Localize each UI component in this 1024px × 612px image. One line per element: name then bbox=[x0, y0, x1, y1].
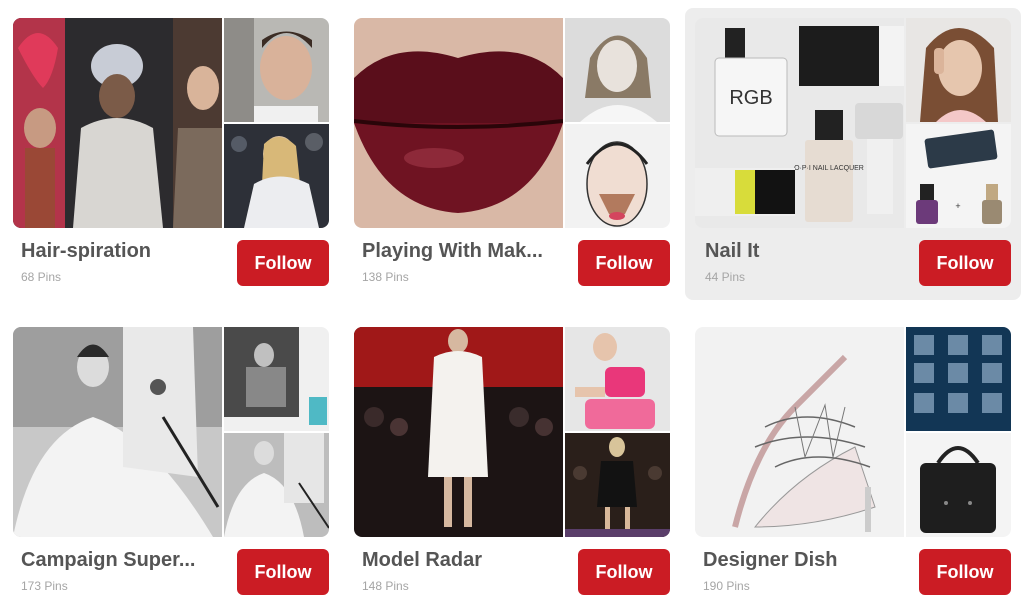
board-card-hair-spiration[interactable]: Hair-spiration 68 Pins Follow bbox=[13, 18, 329, 306]
board-thumbnail-image bbox=[906, 327, 1011, 431]
board-card-playing-with-makeup[interactable]: Playing With Mak... 138 Pins Follow bbox=[354, 18, 670, 306]
board-title[interactable]: Nail It bbox=[705, 240, 905, 263]
board-thumbnail-image bbox=[224, 327, 329, 431]
follow-button[interactable]: Follow bbox=[578, 549, 670, 595]
board-title[interactable]: Playing With Mak... bbox=[362, 240, 562, 263]
board-card-model-radar[interactable]: Model Radar 148 Pins Follow bbox=[354, 327, 670, 612]
board-title[interactable]: Hair-spiration bbox=[21, 240, 221, 263]
board-title[interactable]: Model Radar bbox=[362, 549, 562, 572]
board-thumbnails[interactable] bbox=[354, 327, 670, 537]
board-thumbnail-image bbox=[224, 124, 329, 228]
board-cover-image: RGB O·P·I NAIL LACQUER bbox=[695, 18, 904, 228]
board-card-campaign-super[interactable]: Campaign Super... 173 Pins Follow bbox=[13, 327, 329, 612]
board-cover-image bbox=[695, 327, 904, 537]
pin-count: 44 Pins bbox=[705, 270, 746, 284]
board-thumbnail-image bbox=[565, 327, 670, 431]
rgb-label: RGB bbox=[729, 87, 772, 109]
board-title[interactable]: Designer Dish bbox=[703, 549, 903, 572]
board-cover-image bbox=[354, 18, 563, 228]
board-thumbnail-image bbox=[565, 433, 670, 537]
follow-button[interactable]: Follow bbox=[237, 240, 329, 286]
board-thumbnail-image bbox=[224, 433, 329, 537]
board-thumbnail-image bbox=[906, 18, 1011, 122]
pin-count: 148 Pins bbox=[362, 579, 409, 593]
board-title[interactable]: Campaign Super... bbox=[21, 549, 221, 572]
board-cover-image bbox=[354, 327, 563, 537]
svg-text:+: + bbox=[955, 201, 960, 211]
board-thumbnail-image bbox=[906, 433, 1011, 537]
board-thumbnail-image bbox=[224, 18, 329, 122]
pin-count: 190 Pins bbox=[703, 579, 750, 593]
board-cover-image bbox=[13, 327, 222, 537]
board-thumbnails[interactable] bbox=[13, 327, 329, 537]
board-cover-image bbox=[13, 18, 222, 228]
board-thumbnail-image bbox=[565, 124, 670, 228]
pin-count: 173 Pins bbox=[21, 579, 68, 593]
follow-button[interactable]: Follow bbox=[578, 240, 670, 286]
board-card-designer-dish[interactable]: Designer Dish 190 Pins Follow bbox=[695, 327, 1011, 612]
board-thumbnail-image bbox=[565, 18, 670, 122]
pin-count: 138 Pins bbox=[362, 270, 409, 284]
board-thumbnails[interactable] bbox=[354, 18, 670, 228]
opi-label: O·P·I NAIL LACQUER bbox=[794, 165, 864, 172]
follow-button[interactable]: Follow bbox=[237, 549, 329, 595]
board-thumbnail-image: + bbox=[906, 124, 1011, 228]
follow-button[interactable]: Follow bbox=[919, 549, 1011, 595]
board-card-nail-it[interactable]: RGB O·P·I NAIL LACQUER + Nail It 44 Pins… bbox=[685, 8, 1021, 300]
follow-button[interactable]: Follow bbox=[919, 240, 1011, 286]
board-thumbnails[interactable]: RGB O·P·I NAIL LACQUER + bbox=[695, 18, 1011, 228]
board-thumbnails[interactable] bbox=[695, 327, 1011, 537]
board-thumbnails[interactable] bbox=[13, 18, 329, 228]
pin-count: 68 Pins bbox=[21, 270, 62, 284]
